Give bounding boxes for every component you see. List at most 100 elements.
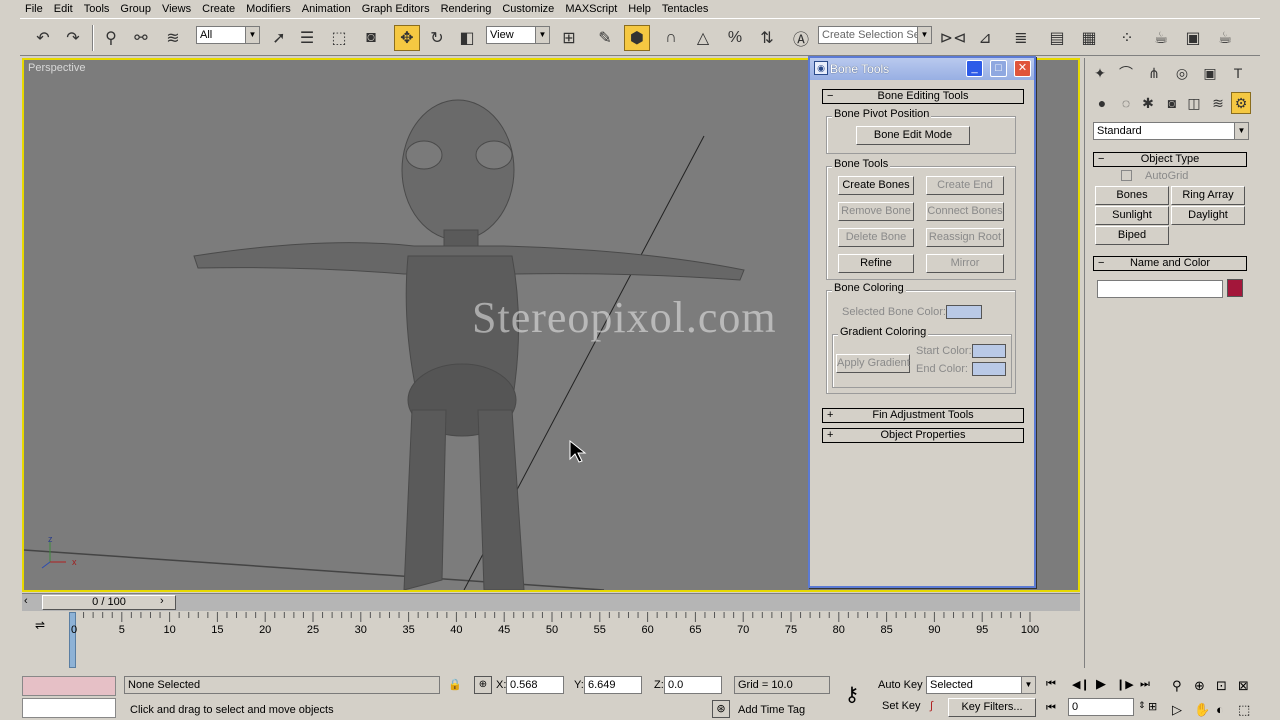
remove-bone-button[interactable]: Remove Bone: [838, 202, 914, 221]
current-frame-input[interactable]: 0: [1068, 698, 1134, 716]
connect-bones-button[interactable]: Connect Bones: [926, 202, 1004, 221]
mirror-icon[interactable]: ⊳⊲: [940, 25, 967, 51]
mirror-button[interactable]: Mirror: [926, 254, 1004, 273]
zoom-extents-all-icon[interactable]: ⊠: [1238, 678, 1249, 694]
unlink-selection-icon[interactable]: ⚯: [128, 25, 154, 51]
align-icon[interactable]: ⊿: [972, 25, 998, 51]
set-key-icon[interactable]: ⚷: [834, 682, 870, 708]
selected-bone-color-swatch[interactable]: [946, 305, 982, 319]
maximize-icon[interactable]: □: [990, 60, 1007, 77]
x-coordinate-input[interactable]: 0.568: [506, 676, 564, 694]
current-frame-marker[interactable]: [69, 612, 76, 668]
frame-spinner-icon[interactable]: ⇕: [1138, 700, 1146, 711]
maximize-viewport-icon[interactable]: ⬚: [1238, 702, 1250, 718]
minimize-icon[interactable]: _: [966, 60, 983, 77]
select-and-rotate-icon[interactable]: ↻: [424, 25, 450, 51]
z-coordinate-input[interactable]: 0.0: [664, 676, 722, 694]
pan-view-icon[interactable]: ✋: [1194, 702, 1210, 718]
biped-button[interactable]: Biped: [1095, 226, 1169, 245]
refine-button[interactable]: Refine: [838, 254, 914, 273]
start-color-swatch[interactable]: [972, 344, 1006, 358]
curve-editor-icon[interactable]: ▤: [1044, 25, 1070, 51]
motion-panel-icon[interactable]: ◎: [1171, 62, 1193, 84]
zoom-extents-icon[interactable]: ⊡: [1216, 678, 1227, 694]
bone-tools-titlebar[interactable]: ◉ Bone Tools _ □ ✕: [810, 58, 1034, 80]
key-mode-toggle-icon[interactable]: ⏮: [1046, 702, 1056, 715]
time-slider-thumb[interactable]: 0 / 100: [42, 595, 176, 610]
window-crossing-icon[interactable]: ◙: [358, 25, 384, 51]
space-warps-icon[interactable]: ≋: [1209, 92, 1227, 114]
menu-edit[interactable]: Edit: [49, 0, 79, 18]
timeline-ruler[interactable]: 0 5 10 15 20 25 30 35 40 45 50 55 60 65 70 75 80 85 90 95 10…: [69, 612, 1039, 670]
previous-frame-icon[interactable]: ◀❙: [1072, 678, 1090, 691]
zoom-icon[interactable]: ⚲: [1172, 678, 1182, 694]
end-color-swatch[interactable]: [972, 362, 1006, 376]
category-select[interactable]: Standard ▼: [1093, 122, 1249, 140]
track-bar[interactable]: ⇌ 0 5 10 15 20 25 30 35 40 45 50 55 60 65 70 75 80 85 90 95…: [22, 612, 1080, 670]
schematic-view-icon[interactable]: ▦: [1076, 25, 1102, 51]
menu-tentacles[interactable]: Tentacles: [657, 0, 714, 18]
menu-create[interactable]: Create: [197, 0, 241, 18]
play-animation-icon[interactable]: ▶: [1096, 676, 1106, 692]
helpers-icon[interactable]: ◫: [1185, 92, 1203, 114]
time-slider-prev-icon[interactable]: ‹: [24, 595, 28, 607]
hierarchy-panel-icon[interactable]: ⋔: [1143, 62, 1165, 84]
pivot-center-icon[interactable]: ⊞: [556, 25, 582, 51]
default-in-out-tangent-icon[interactable]: ∫: [930, 700, 933, 712]
select-manipulate-icon[interactable]: ✎: [592, 25, 618, 51]
create-panel-icon[interactable]: ✦: [1089, 62, 1111, 84]
arc-rotate-icon[interactable]: ◐: [1216, 702, 1224, 717]
mini-curve-editor-icon[interactable]: ⇌: [30, 618, 50, 632]
go-to-end-icon[interactable]: ⏭: [1140, 678, 1150, 691]
apply-gradient-button[interactable]: Apply Gradient: [836, 354, 910, 373]
utilities-panel-icon[interactable]: T: [1227, 62, 1249, 84]
reference-coordinate-select[interactable]: View ▼: [486, 26, 550, 44]
render-last-icon[interactable]: ☕: [1212, 25, 1238, 51]
y-coordinate-input[interactable]: 6.649: [584, 676, 642, 694]
rollout-name-and-color[interactable]: − Name and Color: [1093, 256, 1247, 271]
set-key-button[interactable]: Set Key: [882, 700, 921, 712]
select-and-link-icon[interactable]: ⚲: [98, 25, 124, 51]
daylight-button[interactable]: Daylight: [1171, 206, 1245, 225]
render-scene-icon[interactable]: ☕: [1148, 25, 1174, 51]
menu-help[interactable]: Help: [623, 0, 657, 18]
create-bones-button[interactable]: Create Bones: [838, 176, 914, 195]
key-mode-select[interactable]: Selected ▼: [926, 676, 1036, 694]
menu-group[interactable]: Group: [115, 0, 157, 18]
next-frame-icon[interactable]: ❙▶: [1116, 678, 1134, 691]
go-to-start-icon[interactable]: ⏮: [1046, 678, 1056, 691]
angle-snap-icon[interactable]: △: [690, 25, 716, 51]
zoom-all-icon[interactable]: ⊕: [1194, 678, 1205, 694]
selection-lock-icon[interactable]: 🔒: [448, 678, 462, 691]
edit-named-selection-icon[interactable]: Ⓐ: [788, 25, 814, 51]
create-end-button[interactable]: Create End: [926, 176, 1004, 195]
quick-render-icon[interactable]: ▣: [1180, 25, 1206, 51]
display-panel-icon[interactable]: ▣: [1199, 62, 1221, 84]
time-configuration-icon[interactable]: ⊞: [1148, 700, 1157, 713]
snaps-toggle-icon[interactable]: ∩: [658, 25, 684, 51]
object-name-input[interactable]: [1097, 280, 1223, 298]
selection-filter-select[interactable]: All ▼: [196, 26, 260, 44]
time-tag-icon[interactable]: ⊛: [712, 700, 730, 718]
modify-panel-icon[interactable]: ⌒: [1115, 62, 1137, 84]
cameras-icon[interactable]: ◙: [1163, 92, 1181, 114]
bones-button[interactable]: Bones: [1095, 186, 1169, 205]
auto-key-button[interactable]: Auto Key: [878, 679, 923, 691]
reassign-root-button[interactable]: Reassign Root: [926, 228, 1004, 247]
field-of-view-icon[interactable]: ▷: [1172, 702, 1182, 718]
menu-maxscript[interactable]: MAXScript: [560, 0, 623, 18]
bind-space-warp-icon[interactable]: ≋: [160, 25, 186, 51]
maxscript-listener-white[interactable]: [22, 698, 116, 718]
autogrid-checkbox[interactable]: [1121, 170, 1132, 181]
ring-array-button[interactable]: Ring Array: [1171, 186, 1245, 205]
spinner-snap-icon[interactable]: ⇅: [754, 25, 780, 51]
maxscript-listener-pink[interactable]: [22, 676, 116, 696]
rollout-bone-editing-tools[interactable]: − Bone Editing Tools: [822, 89, 1024, 104]
delete-bone-button[interactable]: Delete Bone: [838, 228, 914, 247]
systems-icon[interactable]: ⚙: [1231, 92, 1251, 114]
menu-tools[interactable]: Tools: [79, 0, 116, 18]
shapes-icon[interactable]: ◌: [1117, 92, 1135, 114]
sunlight-button[interactable]: Sunlight: [1095, 206, 1169, 225]
menu-views[interactable]: Views: [157, 0, 197, 18]
menu-customize[interactable]: Customize: [497, 0, 560, 18]
